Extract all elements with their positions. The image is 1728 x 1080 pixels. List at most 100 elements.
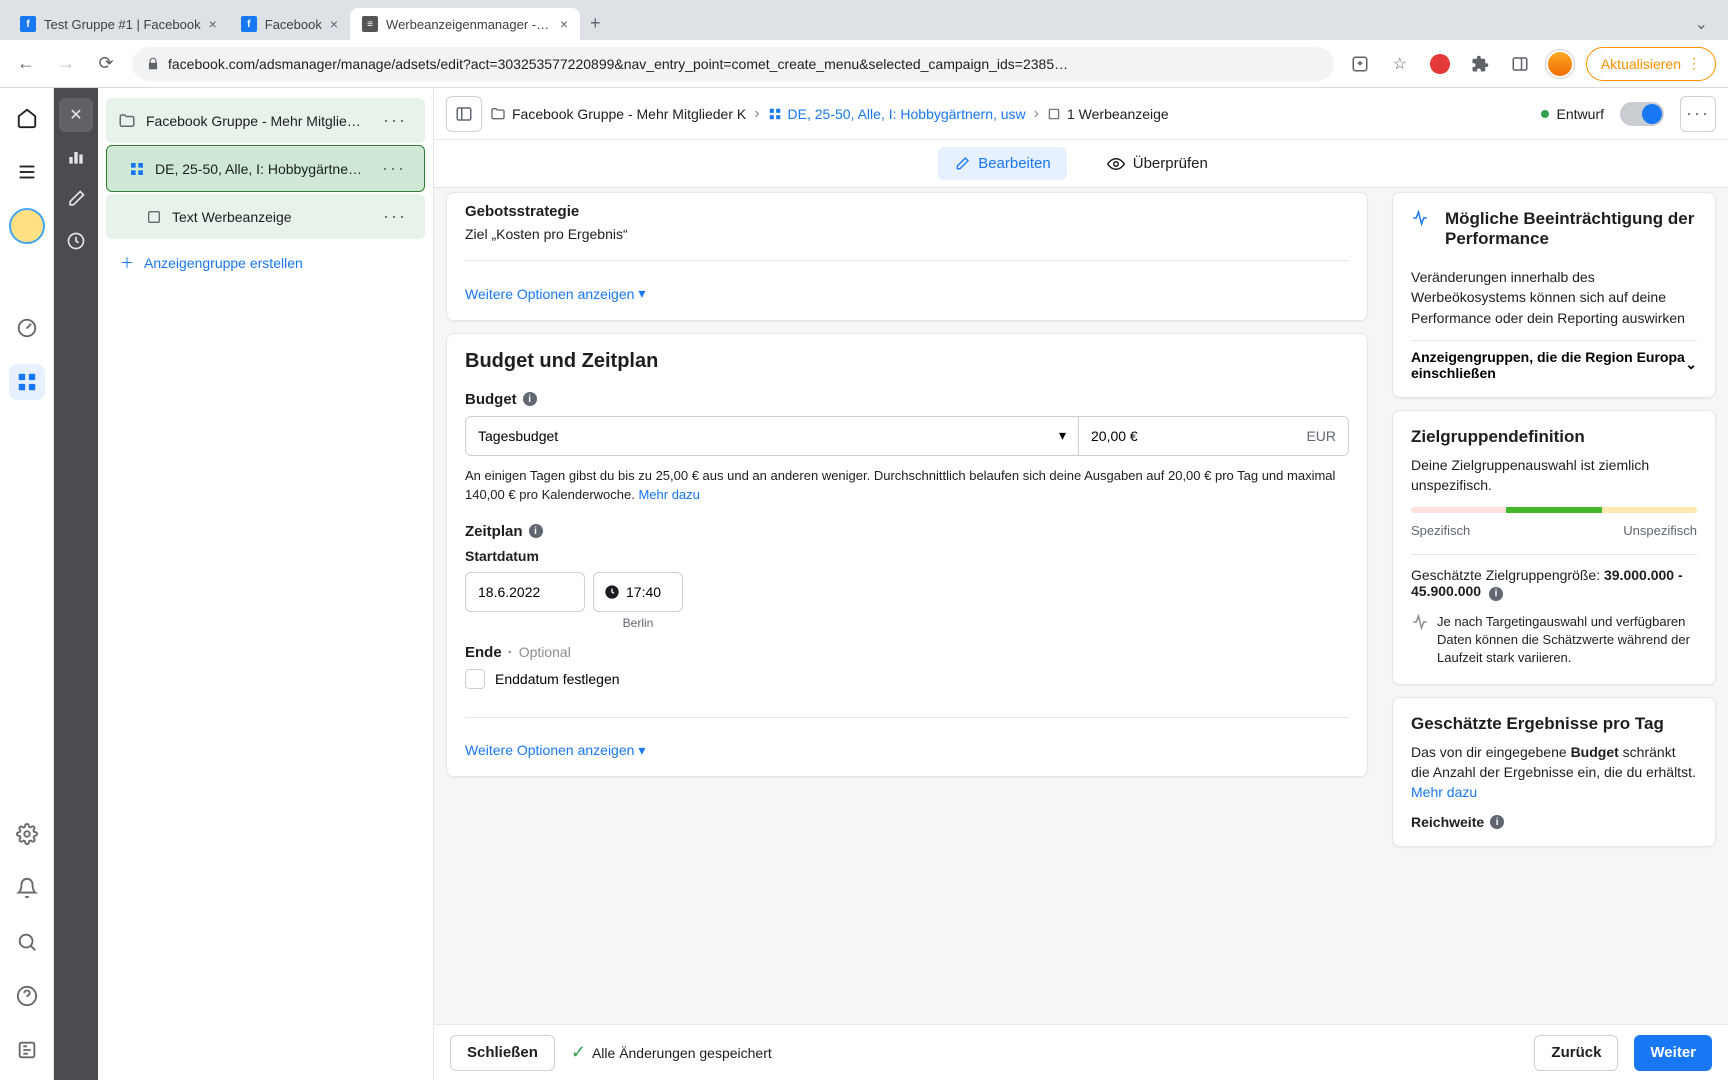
active-toggle[interactable] xyxy=(1620,102,1664,126)
learn-more-link[interactable]: Mehr dazu xyxy=(638,487,699,502)
start-date-input[interactable]: 18.6.2022 xyxy=(465,572,585,612)
audience-meter xyxy=(1411,507,1697,513)
pulse-icon xyxy=(1411,613,1429,631)
star-icon[interactable]: ☆ xyxy=(1386,50,1414,78)
clock-icon xyxy=(604,584,620,600)
kebab-icon: ⋮ xyxy=(1687,55,1701,72)
more-actions-button[interactable]: ··· xyxy=(1680,96,1716,132)
end-date-label: Ende · Optional xyxy=(465,644,1349,661)
show-more-options-link[interactable]: Weitere Optionen anzeigen ▾ xyxy=(465,285,645,302)
settings-icon[interactable] xyxy=(9,816,45,852)
budget-type-value: Tagesbudget xyxy=(478,428,558,444)
help-icon[interactable] xyxy=(9,978,45,1014)
back-button[interactable]: ← xyxy=(12,50,40,78)
close-icon[interactable]: × xyxy=(209,16,217,32)
browser-tab-active[interactable]: ≡ Werbeanzeigenmanager - Wer × xyxy=(350,8,580,40)
search-icon[interactable] xyxy=(9,924,45,960)
ads-manager-favicon-icon: ≡ xyxy=(362,16,378,32)
strategy-heading: Gebotsstrategie xyxy=(465,203,1349,220)
crumb-campaign[interactable]: Facebook Gruppe - Mehr Mitglieder K xyxy=(490,106,746,122)
profile-avatar[interactable] xyxy=(1546,50,1574,78)
more-icon[interactable]: ··· xyxy=(377,204,413,229)
audience-definition-card: Zielgruppendefinition Deine Zielgruppena… xyxy=(1392,410,1716,685)
browser-tab[interactable]: f Facebook × xyxy=(229,8,350,40)
tab-list-button[interactable]: ⌄ xyxy=(1683,8,1720,40)
show-more-options-link[interactable]: Weitere Optionen anzeigen ▾ xyxy=(465,742,645,759)
create-adset-button[interactable]: ＋ Anzeigengruppe erstellen xyxy=(98,241,433,285)
url-text: facebook.com/adsmanager/manage/adsets/ed… xyxy=(168,56,1320,72)
next-button[interactable]: Weiter xyxy=(1634,1035,1712,1071)
pulse-icon xyxy=(1411,209,1429,227)
caret-down-icon: ▾ xyxy=(1059,427,1066,444)
form-column: Gebotsstrategie Ziel „Kosten pro Ergebni… xyxy=(434,188,1380,1024)
address-bar[interactable]: facebook.com/adsmanager/manage/adsets/ed… xyxy=(132,47,1334,81)
budget-heading: Budget und Zeitplan xyxy=(465,350,1349,373)
home-icon[interactable] xyxy=(9,100,45,136)
start-time-input[interactable]: 17:40 xyxy=(593,572,683,612)
update-browser-button[interactable]: Aktualisieren ⋮ xyxy=(1586,47,1716,81)
audience-text: Deine Zielgruppenauswahl ist ziemlich un… xyxy=(1411,455,1697,496)
close-panel-icon[interactable]: ✕ xyxy=(59,98,93,132)
main-area: Facebook Gruppe - Mehr Mitglieder K › DE… xyxy=(434,88,1728,1080)
perf-expand-row[interactable]: Anzeigengruppen, die die Region Europa e… xyxy=(1411,340,1697,381)
tab-edit[interactable]: Bearbeiten xyxy=(938,147,1067,180)
install-app-icon[interactable] xyxy=(1346,50,1374,78)
learn-more-link[interactable]: Mehr dazu xyxy=(1411,784,1477,800)
chevron-right-icon: › xyxy=(1034,105,1039,123)
tree-campaign[interactable]: Facebook Gruppe - Mehr Mitglieder Ka… ··… xyxy=(106,98,425,143)
crumb-ad[interactable]: 1 Werbeanzeige xyxy=(1047,106,1169,122)
strategy-value: Ziel „Kosten pro Ergebnis“ xyxy=(465,226,1349,242)
notifications-icon[interactable] xyxy=(9,870,45,906)
budget-amount-input[interactable]: 20,00 € EUR xyxy=(1079,416,1349,456)
estimate-note: Je nach Targetingauswahl und verfügbaren… xyxy=(1411,613,1697,668)
tab-review[interactable]: Überprüfen xyxy=(1091,147,1224,181)
sidepanel-icon[interactable] xyxy=(1506,50,1534,78)
stats-icon[interactable] xyxy=(59,140,93,174)
budget-schedule-card: Budget und Zeitplan Budget i Tagesbudget… xyxy=(446,333,1368,778)
close-button[interactable]: Schließen xyxy=(450,1035,555,1071)
info-icon[interactable]: i xyxy=(1490,815,1504,829)
more-icon[interactable]: ··· xyxy=(376,156,412,181)
extension-ublock-icon[interactable] xyxy=(1426,50,1454,78)
currency-label: EUR xyxy=(1306,428,1336,444)
crumb-adset[interactable]: DE, 25-50, Alle, I: Hobbygärtnern, usw xyxy=(768,106,1026,122)
caret-down-icon: ▾ xyxy=(638,742,645,759)
tree-ad[interactable]: Text Werbeanzeige ··· xyxy=(106,194,425,239)
info-icon[interactable]: i xyxy=(1489,587,1503,601)
close-icon[interactable]: × xyxy=(560,16,568,32)
global-nav-rail xyxy=(0,88,54,1080)
browser-tab[interactable]: f Test Gruppe #1 | Facebook × xyxy=(8,8,229,40)
end-date-checkbox[interactable] xyxy=(465,669,485,689)
results-heading: Geschätzte Ergebnisse pro Tag xyxy=(1411,714,1697,734)
dashboard-icon[interactable] xyxy=(9,310,45,346)
panel-toggle-button[interactable] xyxy=(446,96,482,132)
eye-icon xyxy=(1107,155,1125,173)
close-icon[interactable]: × xyxy=(330,16,338,32)
menu-icon[interactable] xyxy=(9,154,45,190)
info-icon[interactable]: i xyxy=(523,392,537,406)
extensions-icon[interactable] xyxy=(1466,50,1494,78)
ad-icon xyxy=(1047,107,1061,121)
estimated-size: Geschätzte Zielgruppengröße: 39.000.000 … xyxy=(1411,554,1697,601)
tree-adset[interactable]: DE, 25-50, Alle, I: Hobbygärtnern, usw… … xyxy=(106,145,425,192)
budget-type-select[interactable]: Tagesbudget ▾ xyxy=(465,416,1079,456)
info-icon[interactable]: i xyxy=(529,524,543,538)
account-avatar[interactable] xyxy=(9,208,45,244)
pencil-icon xyxy=(954,156,970,172)
tab-label: Überprüfen xyxy=(1133,155,1208,172)
report-bug-icon[interactable] xyxy=(9,1032,45,1068)
edit-icon[interactable] xyxy=(59,182,93,216)
crumb-label: 1 Werbeanzeige xyxy=(1067,106,1169,122)
back-button[interactable]: Zurück xyxy=(1534,1035,1618,1071)
adset-label: DE, 25-50, Alle, I: Hobbygärtnern, usw… xyxy=(155,161,366,177)
history-icon[interactable] xyxy=(59,224,93,258)
editor-tool-rail: ✕ xyxy=(54,88,98,1080)
performance-warning-card: Mögliche Beeinträchtigung der Performanc… xyxy=(1392,192,1716,398)
reload-button[interactable]: ⟳ xyxy=(92,50,120,78)
new-tab-button[interactable]: + xyxy=(580,7,611,40)
ads-manager-icon[interactable] xyxy=(9,364,45,400)
results-text: Das von dir eingegebene Budget schränkt … xyxy=(1411,742,1697,803)
perf-text: Veränderungen innerhalb des Werbeökosyst… xyxy=(1411,267,1697,328)
budget-help-text: An einigen Tagen gibst du bis zu 25,00 €… xyxy=(465,466,1349,505)
more-icon[interactable]: ··· xyxy=(377,108,413,133)
